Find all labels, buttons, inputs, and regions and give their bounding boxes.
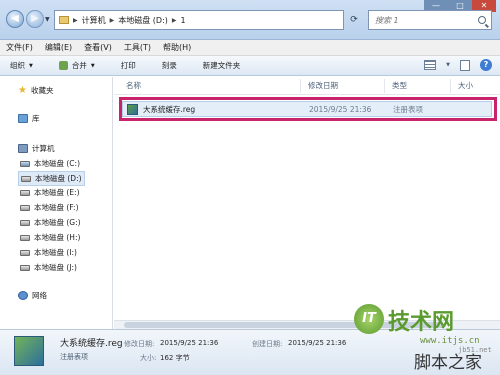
preview-pane-icon[interactable] bbox=[460, 59, 470, 71]
menu-tools[interactable]: 工具(T) bbox=[124, 42, 151, 53]
column-modified[interactable]: 修改日期 bbox=[308, 80, 338, 91]
registry-file-icon bbox=[14, 336, 44, 366]
scrollbar-thumb[interactable] bbox=[124, 322, 444, 328]
chevron-down-icon: ▼ bbox=[90, 62, 95, 69]
chevron-right-icon[interactable]: ▶ bbox=[172, 17, 177, 24]
details-created-label: 创建日期: bbox=[252, 340, 283, 348]
breadcrumb-drive-d[interactable]: 本地磁盘 (D:) bbox=[118, 15, 168, 26]
menu-view[interactable]: 查看(V) bbox=[84, 42, 112, 53]
chevron-right-icon[interactable]: ▶ bbox=[73, 17, 78, 24]
details-modified-label: 修改日期: bbox=[124, 340, 155, 348]
breadcrumb-computer[interactable]: 计算机 bbox=[82, 15, 106, 26]
menu-help[interactable]: 帮助(H) bbox=[163, 42, 191, 53]
details-pane: 大系统缓存.reg 注册表项 修改日期: 2015/9/25 21:36 大小:… bbox=[0, 329, 500, 375]
library-icon bbox=[18, 114, 28, 123]
menu-file[interactable]: 文件(F) bbox=[6, 42, 33, 53]
library-icon bbox=[58, 61, 68, 70]
title-bar: — □ ✕ ◀ ▶ ▼ ▶ 计算机 ▶ 本地磁盘 (D:) ▶ 1 ⟳ bbox=[0, 0, 500, 40]
column-name[interactable]: 名称 bbox=[126, 80, 141, 91]
column-divider[interactable] bbox=[384, 79, 385, 93]
drive-icon bbox=[20, 189, 30, 196]
new-folder-button[interactable]: 新建文件夹 bbox=[203, 60, 241, 71]
forward-button[interactable]: ▶ bbox=[26, 10, 44, 28]
organize-button[interactable]: 组织 ▼ bbox=[10, 60, 33, 71]
drive-icon bbox=[20, 160, 30, 167]
computer-icon bbox=[18, 144, 28, 153]
share-button[interactable]: 合并 ▼ bbox=[58, 60, 95, 71]
search-input[interactable] bbox=[375, 15, 475, 25]
network-icon bbox=[18, 291, 28, 300]
breadcrumb-folder-1[interactable]: 1 bbox=[181, 16, 186, 25]
sidebar-item-drive-d[interactable]: 本地磁盘 (D:) bbox=[18, 171, 85, 186]
recent-pages-dropdown[interactable]: ▼ bbox=[45, 16, 50, 23]
sidebar-item-drive-i[interactable]: 本地磁盘 (I:) bbox=[20, 247, 77, 258]
sidebar-item-libraries[interactable]: 库 bbox=[18, 113, 40, 124]
command-bar: 组织 ▼ 合并 ▼ 打印 刻录 新建文件夹 ▼ ? bbox=[0, 56, 500, 76]
chevron-down-icon[interactable]: ▼ bbox=[446, 62, 450, 68]
sidebar-item-drive-j[interactable]: 本地磁盘 (J:) bbox=[20, 262, 77, 273]
details-size-label: 大小: bbox=[140, 354, 157, 362]
print-button[interactable]: 打印 bbox=[121, 60, 136, 71]
sidebar-item-drive-c[interactable]: 本地磁盘 (C:) bbox=[20, 158, 80, 169]
details-file-name: 大系统缓存.reg bbox=[60, 339, 123, 349]
details-file-type: 注册表项 bbox=[60, 353, 88, 361]
chevron-right-icon[interactable]: ▶ bbox=[110, 17, 115, 24]
horizontal-scrollbar[interactable] bbox=[114, 320, 500, 329]
toolbar-right: ▼ ? bbox=[414, 59, 492, 71]
sidebar-item-computer[interactable]: 计算机 bbox=[18, 143, 55, 154]
search-icon[interactable] bbox=[478, 16, 486, 24]
drive-icon bbox=[20, 234, 30, 241]
menu-bar: 文件(F) 编辑(E) 查看(V) 工具(T) 帮助(H) bbox=[0, 40, 500, 56]
navigation-pane: ★ 收藏夹 库 计算机 本地磁盘 (C:) 本地磁盘 (D:) 本地磁盘 (E:… bbox=[0, 77, 113, 329]
chevron-down-icon: ▼ bbox=[29, 62, 33, 69]
column-headers: 名称 修改日期 类型 大小 bbox=[114, 77, 500, 95]
drive-icon bbox=[20, 249, 30, 256]
details-size-value: 162 字节 bbox=[160, 354, 190, 362]
sidebar-item-drive-f[interactable]: 本地磁盘 (F:) bbox=[20, 202, 79, 213]
sidebar-item-network[interactable]: 网络 bbox=[18, 290, 47, 301]
sidebar-item-drive-g[interactable]: 本地磁盘 (G:) bbox=[20, 217, 81, 228]
sidebar-item-drive-e[interactable]: 本地磁盘 (E:) bbox=[20, 187, 80, 198]
view-options-icon[interactable] bbox=[424, 60, 437, 70]
drive-icon bbox=[20, 264, 30, 271]
menu-edit[interactable]: 编辑(E) bbox=[45, 42, 72, 53]
details-created-value: 2015/9/25 21:36 bbox=[288, 339, 347, 347]
column-divider[interactable] bbox=[300, 79, 301, 93]
sidebar-item-favorites[interactable]: ★ 收藏夹 bbox=[18, 85, 53, 96]
address-bar[interactable]: ▶ 计算机 ▶ 本地磁盘 (D:) ▶ 1 bbox=[54, 10, 344, 30]
details-modified-value: 2015/9/25 21:36 bbox=[160, 339, 219, 347]
refresh-button[interactable]: ⟳ bbox=[344, 10, 364, 30]
drive-icon bbox=[21, 175, 31, 182]
highlight-box bbox=[119, 97, 497, 121]
help-icon[interactable]: ? bbox=[480, 59, 492, 71]
sidebar-item-drive-h[interactable]: 本地磁盘 (H:) bbox=[20, 232, 80, 243]
burn-button[interactable]: 刻录 bbox=[162, 60, 177, 71]
search-box[interactable] bbox=[368, 10, 492, 30]
column-size[interactable]: 大小 bbox=[458, 80, 473, 91]
star-icon: ★ bbox=[18, 85, 27, 96]
file-list: 名称 修改日期 类型 大小 大系统缓存.reg 2015/9/25 21:36 … bbox=[114, 77, 500, 329]
drive-icon bbox=[20, 219, 30, 226]
column-type[interactable]: 类型 bbox=[392, 80, 407, 91]
back-button[interactable]: ◀ bbox=[6, 10, 24, 28]
folder-icon bbox=[59, 16, 69, 24]
column-divider[interactable] bbox=[450, 79, 451, 93]
drive-icon bbox=[20, 204, 30, 211]
